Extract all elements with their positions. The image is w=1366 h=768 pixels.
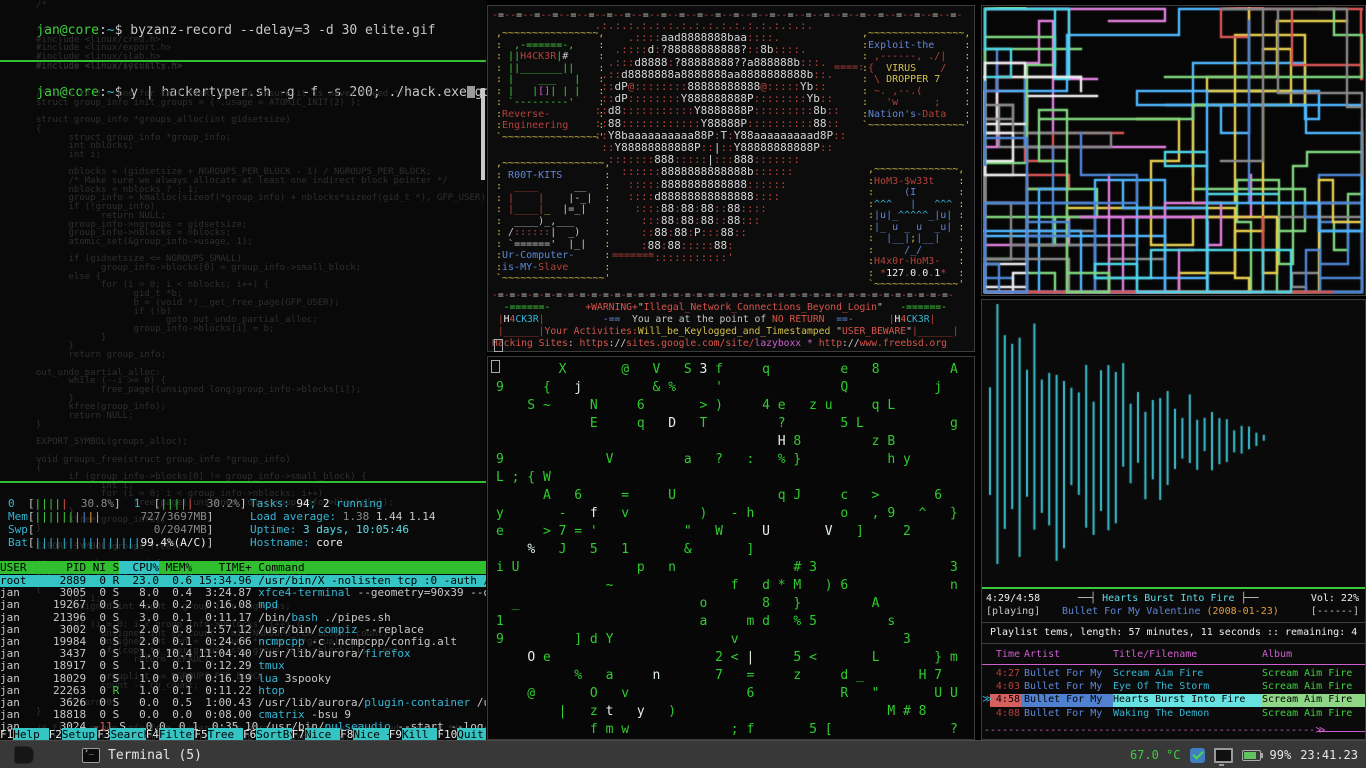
htop-process-row[interactable]: jan 3005 0 S 8.0 0.4 3:24.87 xfce4-termi…: [0, 587, 486, 599]
track-progress-bar[interactable]: [982, 587, 1365, 589]
battery-icon[interactable]: [1242, 750, 1261, 761]
htop-process-row[interactable]: jan 22263 0 R 1.0 0.1 0:11.22 htop: [0, 685, 486, 697]
htop-process-row[interactable]: jan 18029 0 S 1.0 0.0 0:16.19 lua 3spook…: [0, 673, 486, 685]
track-elapsed-time: 4:29/4:58: [986, 593, 1040, 604]
track-artist-date: Bullet For My Valentine (2008-01-23): [1062, 606, 1279, 617]
htop-meters: 0 [||||| 30.8%] 1 [||||| 30.2%] Mem[||||…: [8, 497, 247, 549]
playlist-row[interactable]: 4:03Bullet For MyEye Of The StormScream …: [982, 681, 1365, 694]
htop-process-row[interactable]: jan 18917 0 S 1.0 0.1 0:12.29 tmux: [0, 660, 486, 672]
art-connector-right: ====:: [834, 62, 864, 73]
art-box-h4x0r-home: ,~~~~~~~~~~~~~~, :HoM3-$w33t : : (I : :^…: [868, 164, 964, 291]
htop-process-row[interactable]: root 2889 0 R 23.0 0.6 15:34.96 /usr/bin…: [0, 575, 486, 587]
htop-process-row[interactable]: jan 21396 0 S 3.0 0.1 0:11.17 /bin/bash …: [0, 612, 486, 624]
htop-process-row[interactable]: jan 3437 0 S 1.0 10.4 11:04.40 /usr/lib/…: [0, 648, 486, 660]
ascii-art-window[interactable]: -=--=--=--=--=--=--=--=--=--=--=--=--=--…: [487, 5, 975, 352]
playlist-row-selected[interactable]: ≫4:58Bullet For MyHearts Burst Into Fire…: [982, 694, 1365, 707]
volume-bar[interactable]: [------]: [1311, 606, 1359, 617]
art-terminal-cursor: [494, 339, 503, 352]
htop-process-row[interactable]: jan 19984 0 S 2.0 0.1 0:24.66 ncmpcpp -c…: [0, 636, 486, 648]
terminal-icon: [82, 748, 100, 763]
art-box-rootkits: ,~~~~~~~~~~~~~~~~~, : R00T-KITS : : ____…: [496, 158, 610, 285]
htop-process-row[interactable]: jan 3626 0 S 0.0 0.5 1:00.43 /usr/lib/au…: [0, 697, 486, 709]
updates-icon[interactable]: [1190, 748, 1205, 763]
taskbar[interactable]: Terminal (5) 67.0 °C 99% 23:41.23: [0, 740, 1366, 768]
audio-visualizer: [984, 302, 1363, 586]
art-connector-left: =======: [612, 250, 654, 261]
clock[interactable]: 23:41.23: [1300, 748, 1358, 762]
taskbar-window-button[interactable]: Terminal (5): [72, 744, 212, 766]
htop-table-header[interactable]: USER PID NI S CPU% MEM% TIME+ Command: [0, 561, 486, 574]
playlist-end-line: ----------------------------------------…: [984, 725, 1326, 736]
temperature-indicator: 67.0 °C: [1130, 748, 1181, 762]
volume-indicator[interactable]: Vol: 22%: [1311, 593, 1359, 604]
playlist-row[interactable]: 4:27Bullet For MyScream Aim FireScream A…: [982, 668, 1365, 681]
taskbar-window-label: Terminal (5): [108, 748, 202, 763]
terminal-scrollbar[interactable]: [481, 88, 485, 180]
cmatrix-window[interactable]: X @ V S 3 f q e 8 A 9 { j & % ' Q j S ~ …: [487, 356, 975, 740]
track-title: ──┤ Hearts Burst Into Fire ├──: [1078, 593, 1259, 604]
playlist-header-underline: [982, 664, 1365, 665]
art-warning-banner: -=-=-=-=-=-=-=-=-=-=-=-=-=-=-=-=-=-=-=-=…: [492, 290, 959, 350]
terminal-window-left[interactable]: /* jan@core:~$ byzanz-record --delay=3 -…: [0, 0, 486, 740]
system-tray[interactable]: 67.0 °C 99% 23:41.23: [1130, 741, 1358, 768]
htop-pane[interactable]: 0 [||||| 30.8%] 1 [||||| 30.2%] Mem[||||…: [0, 497, 486, 740]
ncmpcpp-window[interactable]: 4:29/4:58 ──┤ Hearts Burst Into Fire ├──…: [981, 299, 1366, 740]
htop-summary: Tasks: 94; 2 running Load average: 1.38 …: [250, 497, 435, 549]
htop-process-row[interactable]: jan 19267 0 S 4.0 0.2 0:16.08 mpd: [0, 599, 486, 611]
player-state: [playing]: [986, 606, 1040, 617]
player-divider-2: [982, 643, 1365, 644]
battery-percentage: 99%: [1270, 748, 1292, 762]
playlist-row[interactable]: 4:08Bullet For MyWaking The DemonScream …: [982, 708, 1365, 721]
launcher-icon[interactable]: [14, 746, 34, 764]
htop-process-list[interactable]: root 2889 0 R 23.0 0.6 15:34.96 /usr/bin…: [0, 575, 486, 733]
player-divider-1: [982, 622, 1365, 623]
htop-process-row[interactable]: jan 18818 0 S 0.0 0.0 0:08.00 cmatrix -b…: [0, 709, 486, 721]
art-skull: .:.:.:.:.:.:.:.:.:.:.:.:.:.:.:.:. .::::a…: [588, 20, 846, 264]
playlist-end-solid: [1318, 731, 1365, 732]
pipes-window[interactable]: [981, 5, 1366, 296]
pipes-canvas: [983, 7, 1364, 294]
display-icon[interactable]: [1214, 748, 1233, 763]
playlist-info: Playlist tems, length: 57 minutes, 11 se…: [990, 627, 1357, 638]
tmux-pane-border-2[interactable]: [0, 481, 486, 483]
art-box-virus-dropper: ,~~~~~~~~~~~~~~~~, :Exploit-the : : ,---…: [862, 28, 970, 132]
matrix-rain: X @ V S 3 f q e 8 A 9 { j & % ' Q j S ~ …: [496, 361, 966, 739]
htop-process-row[interactable]: jan 3002 0 S 2.0 0.8 1:57.12 /usr/bin/co…: [0, 624, 486, 636]
